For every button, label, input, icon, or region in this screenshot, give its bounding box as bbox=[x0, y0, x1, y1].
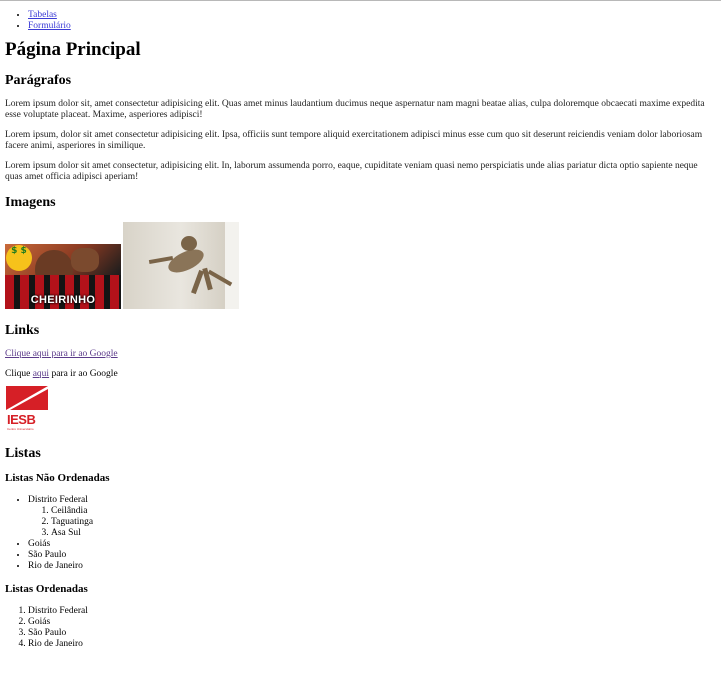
iesb-logo-subtext: Centro Universitário bbox=[7, 427, 34, 431]
images-heading: Imagens bbox=[5, 195, 56, 210]
jumping-cat-image bbox=[123, 222, 239, 309]
iesb-logo-text: IESB bbox=[7, 412, 36, 427]
link2-before: Clique bbox=[5, 369, 33, 379]
nav-link-formulario[interactable]: Formulário bbox=[28, 21, 71, 31]
unordered-list: Distrito Federal Ceilândia Taguatinga As… bbox=[5, 495, 716, 572]
paragraph-3: Lorem ipsum dolor sit amet consectetur, … bbox=[5, 161, 698, 182]
list-item: Rio de Janeiro bbox=[28, 639, 716, 650]
list-item: São Paulo bbox=[28, 628, 716, 639]
list-item: Ceilândia bbox=[51, 506, 716, 517]
links-heading: Links bbox=[5, 323, 40, 338]
nested-ordered-list: Ceilândia Taguatinga Asa Sul bbox=[28, 506, 716, 539]
cat-leg bbox=[191, 269, 204, 295]
iesb-logo-link[interactable]: IESB Centro Universitário bbox=[6, 386, 48, 432]
ordered-lists-heading: Listas Ordenadas bbox=[5, 583, 88, 595]
list-item: Taguatinga bbox=[51, 517, 716, 528]
money-face-emoji-icon: $ $ bbox=[6, 245, 32, 271]
list-item: Goiás bbox=[28, 617, 716, 628]
link2-after: para ir ao Google bbox=[49, 369, 118, 379]
cat-image-wall bbox=[225, 222, 239, 309]
link-paragraph-1: Clique aqui para ir ao Google bbox=[5, 349, 716, 360]
iesb-logo-icon bbox=[6, 386, 48, 410]
link-paragraph-2: Clique aqui para ir ao Google bbox=[5, 369, 716, 380]
list-item: Distrito Federal Ceilândia Taguatinga As… bbox=[28, 495, 716, 539]
page-title: Página Principal bbox=[5, 39, 141, 60]
list-item: São Paulo bbox=[28, 550, 716, 561]
unordered-lists-heading: Listas Não Ordenadas bbox=[5, 472, 110, 484]
nav-list: Tabelas Formulário bbox=[5, 10, 716, 32]
ordered-list: Distrito Federal Goiás São Paulo Rio de … bbox=[5, 606, 716, 650]
meme-caption: CHEIRINHO bbox=[30, 294, 96, 306]
meme-image: $ $ CHEIRINHO bbox=[5, 244, 121, 309]
list-item: Rio de Janeiro bbox=[28, 561, 716, 572]
lists-heading: Listas bbox=[5, 446, 41, 461]
list-item: Asa Sul bbox=[51, 528, 716, 539]
meme-hand bbox=[71, 248, 99, 272]
list-item-label: Distrito Federal bbox=[28, 495, 88, 505]
page: Tabelas Formulário Página Principal Pará… bbox=[0, 10, 721, 650]
paragraphs-heading: Parágrafos bbox=[5, 73, 72, 88]
google-link-1[interactable]: Clique aqui para ir ao Google bbox=[5, 349, 118, 359]
nav-item-formulario: Formulário bbox=[28, 21, 716, 32]
paragraph-2: Lorem ipsum, dolor sit amet consectetur … bbox=[5, 130, 703, 151]
cat-head bbox=[181, 236, 197, 251]
nav-link-tabelas[interactable]: Tabelas bbox=[28, 10, 57, 20]
nav-item-tabelas: Tabelas bbox=[28, 10, 716, 21]
google-link-2[interactable]: aqui bbox=[33, 369, 49, 379]
paragraph-1: Lorem ipsum dolor sit, amet consectetur … bbox=[5, 99, 705, 120]
images-row: $ $ CHEIRINHO bbox=[5, 221, 716, 309]
list-item: Distrito Federal bbox=[28, 606, 716, 617]
list-item: Goiás bbox=[28, 539, 716, 550]
